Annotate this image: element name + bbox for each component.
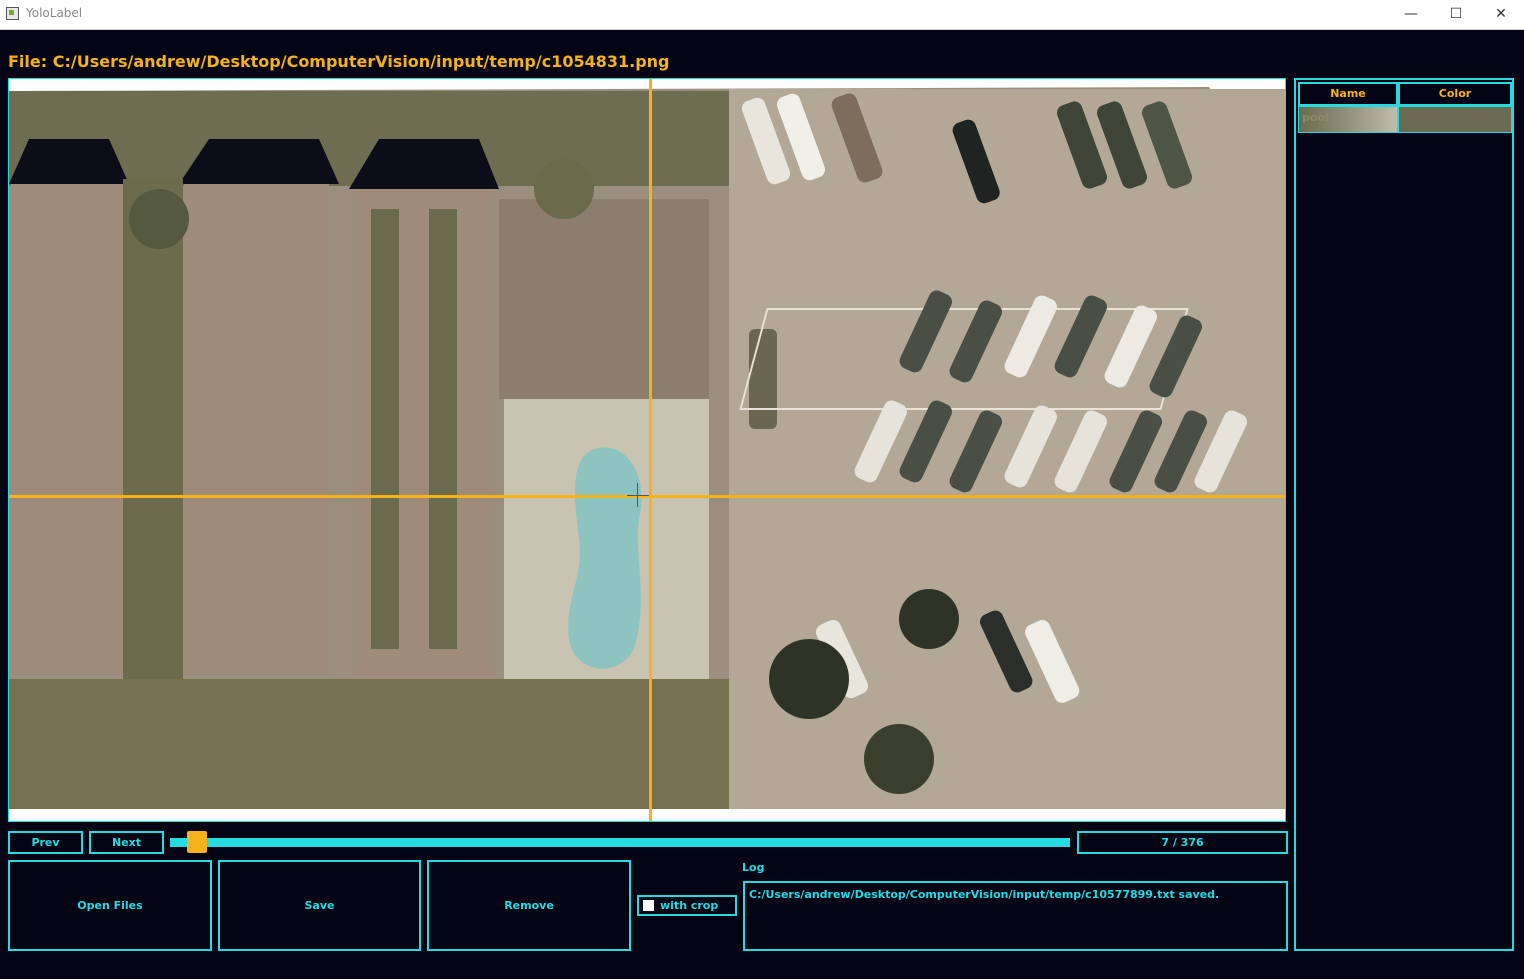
class-table: Name Color pool xyxy=(1294,78,1514,951)
table-cell-class-color[interactable] xyxy=(1398,106,1512,133)
table-cell-class-name[interactable]: pool xyxy=(1298,106,1398,133)
checkbox-box[interactable] xyxy=(643,900,654,911)
image-slider-track[interactable] xyxy=(170,838,1070,847)
open-files-button[interactable]: Open Files xyxy=(8,860,212,951)
prev-button[interactable]: Prev xyxy=(8,831,83,854)
window-title: YoloLabel xyxy=(26,6,83,20)
title-bar: YoloLabel — ☐ ✕ xyxy=(0,0,1524,30)
cursor-crosshair-icon xyxy=(627,495,649,496)
table-header-name[interactable]: Name xyxy=(1298,82,1398,106)
crosshair-vertical-line xyxy=(649,79,652,821)
aerial-image xyxy=(9,79,1285,821)
remove-button[interactable]: Remove xyxy=(427,860,631,951)
image-canvas[interactable] xyxy=(8,78,1286,822)
maximize-button[interactable]: ☐ xyxy=(1433,0,1479,29)
log-label: Log xyxy=(742,861,765,874)
minimize-button[interactable]: — xyxy=(1388,0,1434,29)
image-counter: 7 / 376 xyxy=(1077,831,1288,854)
with-crop-label: with crop xyxy=(660,899,719,912)
with-crop-checkbox[interactable]: with crop xyxy=(637,895,737,916)
next-button[interactable]: Next xyxy=(89,831,164,854)
file-path-label: File: C:/Users/andrew/Desktop/ComputerVi… xyxy=(8,52,670,71)
close-button[interactable]: ✕ xyxy=(1478,0,1524,29)
save-button[interactable]: Save xyxy=(218,860,421,951)
image-slider-handle[interactable] xyxy=(187,831,207,853)
table-header-color[interactable]: Color xyxy=(1398,82,1512,106)
log-output: C:/Users/andrew/Desktop/ComputerVision/i… xyxy=(743,881,1288,951)
app-icon xyxy=(6,7,19,20)
cursor-crosshair-icon-vertical xyxy=(637,483,638,507)
